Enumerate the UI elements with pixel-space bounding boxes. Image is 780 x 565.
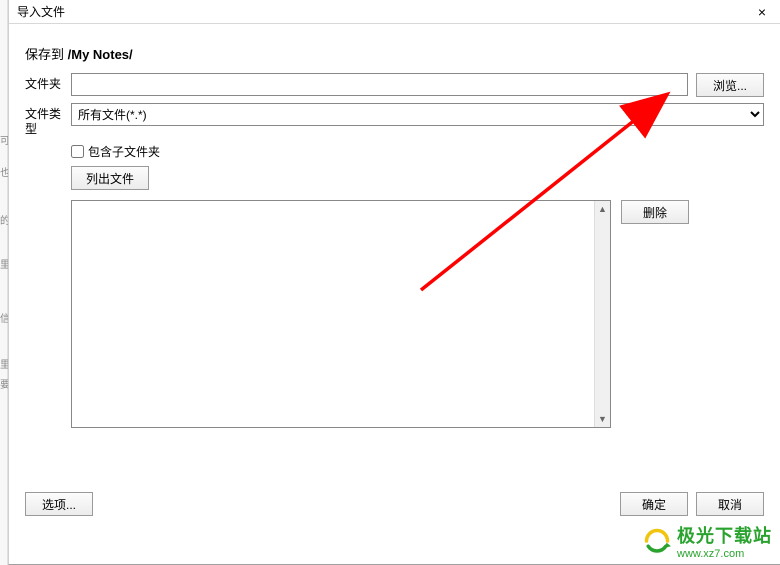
filetype-row: 文件类型 所有文件(*.*) (25, 103, 764, 137)
delete-button[interactable]: 删除 (621, 200, 689, 224)
dialog-footer: 选项... 确定 取消 (25, 492, 764, 516)
save-to-path: /My Notes/ (68, 47, 133, 62)
background-sidebar: 可 也 的 里 信 里 要 (0, 0, 8, 565)
dialog-content: 保存到 /My Notes/ 文件夹 浏览... 文件类型 所有文件(*.*) … (9, 24, 780, 440)
scroll-track[interactable] (595, 217, 610, 411)
folder-input[interactable] (71, 73, 688, 96)
include-subfolders-label[interactable]: 包含子文件夹 (88, 143, 160, 160)
scroll-up-icon[interactable]: ▲ (595, 201, 610, 217)
list-files-row: 列出文件 (71, 166, 764, 190)
browse-button[interactable]: 浏览... (696, 73, 764, 97)
folder-label: 文件夹 (25, 73, 71, 92)
options-button[interactable]: 选项... (25, 492, 93, 516)
dialog-title: 导入文件 (17, 3, 65, 20)
titlebar: 导入文件 × (9, 0, 780, 24)
listbox-scrollbar[interactable]: ▲ ▼ (594, 201, 610, 427)
watermark: 极光下载站 www.xz7.com (643, 522, 772, 560)
list-files-button[interactable]: 列出文件 (71, 166, 149, 190)
save-to-row: 保存到 /My Notes/ (25, 44, 764, 63)
filetype-select[interactable]: 所有文件(*.*) (71, 103, 764, 126)
ok-button[interactable]: 确定 (620, 492, 688, 516)
filetype-label: 文件类型 (25, 103, 71, 137)
watermark-brand: 极光下载站 (677, 522, 772, 548)
import-file-dialog: 导入文件 × 保存到 /My Notes/ 文件夹 浏览... 文件类型 所有文… (8, 0, 780, 565)
cancel-button[interactable]: 取消 (696, 492, 764, 516)
file-list-area: ▲ ▼ 删除 (71, 200, 764, 428)
scroll-down-icon[interactable]: ▼ (595, 411, 610, 427)
footer-right: 确定 取消 (620, 492, 764, 516)
file-listbox[interactable]: ▲ ▼ (71, 200, 611, 428)
close-icon: × (758, 4, 766, 20)
subfolders-row: 包含子文件夹 (71, 143, 764, 160)
folder-row: 文件夹 浏览... (25, 73, 764, 97)
save-to-label: 保存到 (25, 47, 68, 62)
close-button[interactable]: × (748, 2, 776, 22)
include-subfolders-checkbox[interactable] (71, 145, 84, 158)
watermark-logo-icon (643, 527, 671, 555)
watermark-url: www.xz7.com (677, 548, 772, 560)
